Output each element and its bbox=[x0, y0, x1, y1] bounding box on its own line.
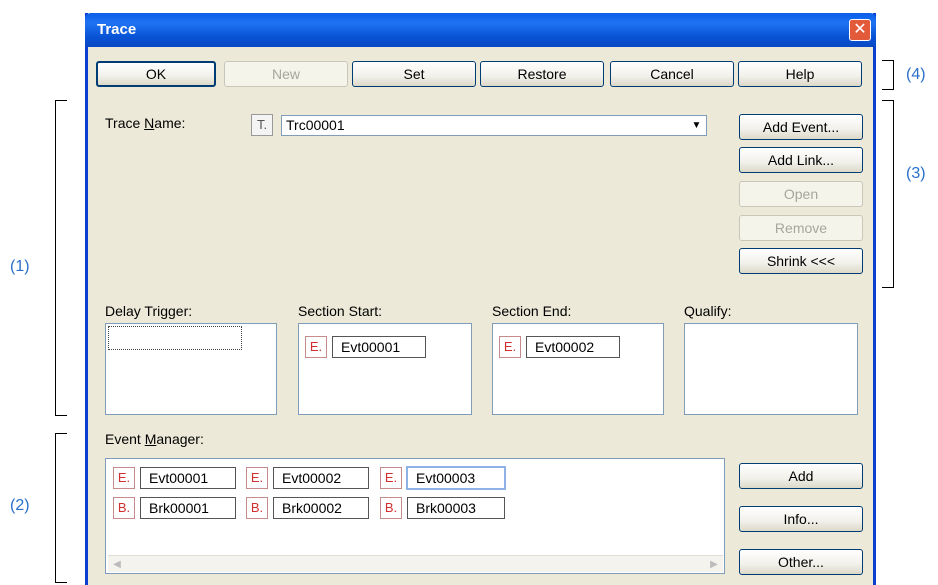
scroll-right-icon[interactable]: ▶ bbox=[706, 557, 722, 572]
trace-name-value: Trc00001 bbox=[286, 117, 345, 133]
delay-trigger-label: Delay Trigger: bbox=[105, 303, 193, 319]
close-icon: ✕ bbox=[853, 21, 867, 38]
bracket-4 bbox=[882, 60, 894, 90]
event-type-icon: E. bbox=[246, 467, 268, 489]
other-button[interactable]: Other... bbox=[739, 549, 863, 575]
new-button[interactable]: New bbox=[224, 61, 348, 87]
event-type-icon: E. bbox=[113, 467, 135, 489]
annotation-3: (3) bbox=[906, 165, 926, 182]
section-start-event[interactable]: Evt00001 bbox=[332, 336, 426, 358]
delay-trigger-box[interactable] bbox=[105, 323, 277, 415]
trace-name-label-post: ame: bbox=[154, 115, 186, 131]
add-link-button[interactable]: Add Link... bbox=[739, 147, 863, 173]
bracket-1 bbox=[55, 100, 67, 416]
event-manager-label: Event Manager: bbox=[105, 431, 204, 447]
help-button[interactable]: Help bbox=[738, 61, 862, 87]
qualify-box[interactable] bbox=[684, 323, 858, 415]
break-type-icon: B. bbox=[380, 497, 402, 519]
trace-name-label-pre: Trace bbox=[105, 115, 145, 131]
event-manager-label-text: Event Manager: bbox=[105, 431, 204, 447]
qualify-label: Qualify: bbox=[684, 303, 732, 319]
trace-type-icon: T. bbox=[251, 114, 273, 136]
horizontal-scrollbar[interactable]: ◀ ▶ bbox=[108, 555, 723, 572]
event-chip-brk00001[interactable]: Brk00001 bbox=[140, 497, 236, 519]
section-end-box[interactable]: E. Evt00002 bbox=[492, 323, 664, 415]
trace-dialog: Trace ✕ OK New Set Restore Cancel Help T… bbox=[85, 13, 876, 585]
shrink-button[interactable]: Shrink <<< bbox=[739, 248, 863, 274]
trace-name-label-key: N bbox=[144, 115, 155, 131]
restore-button[interactable]: Restore bbox=[480, 61, 604, 87]
event-chip-brk00003[interactable]: Brk00003 bbox=[407, 497, 505, 519]
ok-button[interactable]: OK bbox=[96, 61, 216, 87]
add-event-button[interactable]: Add Event... bbox=[739, 114, 863, 140]
event-type-icon: E. bbox=[305, 336, 327, 358]
event-type-icon: E. bbox=[499, 336, 521, 358]
section-start-box[interactable]: E. Evt00001 bbox=[298, 323, 472, 415]
section-end-label: Section End: bbox=[492, 303, 572, 319]
event-type-icon: E. bbox=[380, 467, 402, 489]
annotation-2: (2) bbox=[10, 497, 30, 514]
scroll-left-icon[interactable]: ◀ bbox=[109, 557, 125, 572]
cancel-button[interactable]: Cancel bbox=[610, 61, 734, 87]
event-chip-evt00001[interactable]: Evt00001 bbox=[140, 467, 236, 489]
event-chip-evt00002[interactable]: Evt00002 bbox=[273, 467, 369, 489]
chevron-down-icon[interactable]: ▼ bbox=[688, 117, 705, 134]
info-button[interactable]: Info... bbox=[739, 506, 863, 532]
annotation-1: (1) bbox=[10, 258, 30, 275]
bracket-3 bbox=[882, 100, 894, 288]
set-button[interactable]: Set bbox=[352, 61, 476, 87]
section-end-event[interactable]: Evt00002 bbox=[526, 336, 620, 358]
section-start-label: Section Start: bbox=[298, 303, 383, 319]
window-title: Trace bbox=[97, 21, 137, 38]
focus-rect bbox=[108, 326, 242, 350]
open-button[interactable]: Open bbox=[739, 181, 863, 207]
remove-button[interactable]: Remove bbox=[739, 215, 863, 241]
title-bar[interactable]: Trace ✕ bbox=[85, 13, 876, 47]
event-chip-brk00002[interactable]: Brk00002 bbox=[273, 497, 369, 519]
close-button[interactable]: ✕ bbox=[849, 19, 871, 41]
trace-name-label: Trace Name: bbox=[105, 115, 185, 131]
trace-name-combo[interactable]: Trc00001 ▼ bbox=[281, 115, 707, 136]
event-chip-evt00003[interactable]: Evt00003 bbox=[406, 466, 506, 490]
break-type-icon: B. bbox=[246, 497, 268, 519]
break-type-icon: B. bbox=[113, 497, 135, 519]
add-button[interactable]: Add bbox=[739, 463, 863, 489]
annotation-4: (4) bbox=[906, 66, 926, 83]
bracket-2 bbox=[55, 433, 67, 583]
